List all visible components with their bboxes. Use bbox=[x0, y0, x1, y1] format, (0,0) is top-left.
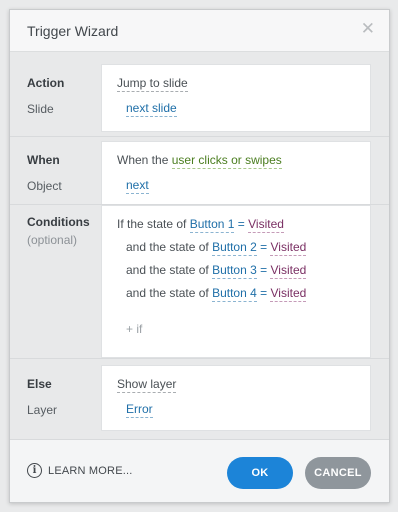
learn-more-label: LEARN MORE... bbox=[48, 464, 133, 477]
object-dropdown[interactable]: next bbox=[126, 178, 149, 194]
layer-label: Layer bbox=[27, 403, 58, 417]
condition-row: and the state of Button 4 = Visited bbox=[126, 286, 307, 302]
when-prefix: When the bbox=[117, 153, 169, 167]
when-section: When Object When the user clicks or swip… bbox=[10, 136, 389, 205]
conditions-section: Conditions (optional) If the state of Bu… bbox=[10, 204, 389, 358]
add-condition-button[interactable]: + if bbox=[126, 322, 142, 336]
condition-operator[interactable]: = bbox=[260, 263, 267, 277]
condition-state-dropdown[interactable]: Visited bbox=[270, 263, 307, 279]
conditions-card: If the state of Button 1 = Visited and t… bbox=[101, 205, 371, 358]
learn-more-link[interactable]: i LEARN MORE... bbox=[27, 463, 133, 478]
condition-state-dropdown[interactable]: Visited bbox=[270, 240, 307, 256]
dialog-titlebar: Trigger Wizard ✕ bbox=[10, 10, 389, 52]
when-line: When the user clicks or swipes bbox=[117, 153, 282, 169]
else-section: Else Layer Show layer Error bbox=[10, 358, 389, 439]
object-label: Object bbox=[27, 179, 62, 193]
condition-prefix: and the state of bbox=[126, 286, 209, 300]
conditions-label: Conditions bbox=[27, 215, 90, 229]
condition-object-dropdown[interactable]: Button 1 bbox=[189, 217, 235, 233]
object-line: next bbox=[126, 178, 149, 194]
condition-prefix: If the state of bbox=[117, 217, 187, 231]
layer-line: Error bbox=[126, 402, 153, 418]
dialog-title: Trigger Wizard bbox=[27, 23, 119, 39]
condition-row: and the state of Button 3 = Visited bbox=[126, 263, 307, 279]
when-dropdown[interactable]: user clicks or swipes bbox=[171, 153, 282, 169]
when-card: When the user clicks or swipes next bbox=[101, 141, 371, 205]
else-action-dropdown[interactable]: Show layer bbox=[117, 377, 177, 393]
condition-state-dropdown[interactable]: Visited bbox=[270, 286, 307, 302]
condition-operator[interactable]: = bbox=[260, 286, 267, 300]
trigger-wizard-dialog: Trigger Wizard ✕ Action Slide Jump to sl… bbox=[9, 9, 390, 503]
cancel-button[interactable]: CANCEL bbox=[305, 457, 371, 489]
condition-object-dropdown[interactable]: Button 3 bbox=[212, 263, 257, 279]
condition-row: and the state of Button 2 = Visited bbox=[126, 240, 307, 256]
condition-operator[interactable]: = bbox=[260, 240, 267, 254]
action-line: Jump to slide bbox=[117, 76, 188, 92]
info-icon: i bbox=[27, 463, 42, 478]
condition-prefix: and the state of bbox=[126, 263, 209, 277]
else-label: Else bbox=[27, 377, 52, 391]
slide-label: Slide bbox=[27, 102, 54, 116]
ok-button[interactable]: OK bbox=[227, 457, 293, 489]
condition-prefix: and the state of bbox=[126, 240, 209, 254]
condition-row: If the state of Button 1 = Visited bbox=[117, 217, 284, 233]
action-label: Action bbox=[27, 76, 65, 90]
condition-state-dropdown[interactable]: Visited bbox=[248, 217, 284, 233]
else-line: Show layer bbox=[117, 377, 177, 393]
action-dropdown[interactable]: Jump to slide bbox=[117, 76, 188, 92]
conditions-hint: (optional) bbox=[27, 233, 78, 247]
condition-object-dropdown[interactable]: Button 2 bbox=[212, 240, 257, 256]
close-icon[interactable]: ✕ bbox=[361, 20, 375, 38]
action-section: Action Slide Jump to slide next slide bbox=[10, 52, 389, 136]
slide-line: next slide bbox=[126, 101, 177, 117]
dialog-footer: i LEARN MORE... OK CANCEL bbox=[10, 439, 389, 502]
else-card: Show layer Error bbox=[101, 365, 371, 431]
layer-dropdown[interactable]: Error bbox=[126, 402, 153, 418]
condition-object-dropdown[interactable]: Button 4 bbox=[212, 286, 257, 302]
slide-dropdown[interactable]: next slide bbox=[126, 101, 177, 117]
action-card: Jump to slide next slide bbox=[101, 64, 371, 132]
when-label: When bbox=[27, 153, 60, 167]
condition-operator[interactable]: = bbox=[238, 217, 245, 231]
